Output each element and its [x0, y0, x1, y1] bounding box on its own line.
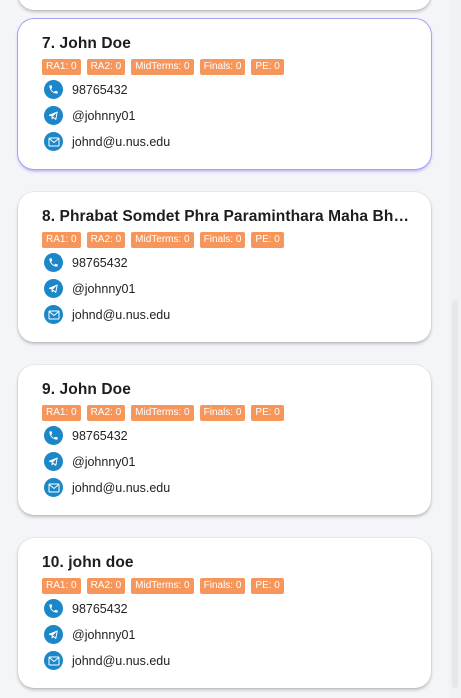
email-address: johnd@u.nus.edu: [72, 134, 171, 149]
grade-tags: RA1: 0 RA2: 0 MidTerms: 0 Finals: 0 PE: …: [42, 232, 284, 248]
grade-tag-finals: Finals: 0: [199, 405, 246, 421]
phone-number: 98765432: [72, 82, 128, 97]
telegram-icon: [44, 625, 63, 644]
email-icon: [44, 651, 63, 670]
person-card-previous[interactable]: [18, 0, 431, 10]
phone-icon: [44, 253, 63, 272]
grade-tags: RA1: 0 RA2: 0 MidTerms: 0 Finals: 0 PE: …: [42, 59, 284, 75]
phone-number: 98765432: [72, 428, 128, 443]
scrollbar[interactable]: [449, 0, 461, 698]
person-card[interactable]: 7. John Doe RA1: 0 RA2: 0 MidTerms: 0 Fi…: [18, 19, 431, 169]
grade-tag-ra1: RA1: 0: [42, 405, 81, 421]
telegram-row: @johnny01: [44, 452, 135, 471]
phone-icon: [44, 80, 63, 99]
grade-tag-ra1: RA1: 0: [42, 578, 81, 594]
grade-tag-pe: PE: 0: [251, 405, 284, 421]
grade-tag-midterms: MidTerms: 0: [131, 232, 194, 248]
person-card[interactable]: 10. john doe RA1: 0 RA2: 0 MidTerms: 0 F…: [18, 538, 431, 688]
scrollbar-thumb[interactable]: [452, 300, 458, 688]
grade-tag-ra1: RA1: 0: [42, 232, 81, 248]
person-name: 10. john doe: [42, 554, 134, 571]
grade-tag-finals: Finals: 0: [199, 59, 246, 75]
telegram-handle: @johnny01: [72, 108, 136, 123]
phone-icon: [44, 599, 63, 618]
grade-tag-pe: PE: 0: [251, 232, 284, 248]
email-icon: [44, 305, 63, 324]
phone-number: 98765432: [72, 601, 128, 616]
grade-tags: RA1: 0 RA2: 0 MidTerms: 0 Finals: 0 PE: …: [42, 405, 284, 421]
email-address: johnd@u.nus.edu: [72, 480, 171, 495]
telegram-row: @johnny01: [44, 625, 135, 644]
grade-tag-ra2: RA2: 0: [86, 578, 126, 594]
grade-tag-finals: Finals: 0: [199, 578, 246, 594]
telegram-row: @johnny01: [44, 106, 135, 125]
grade-tag-ra1: RA1: 0: [42, 59, 81, 75]
person-card[interactable]: 8. Phrabat Somdet Phra Paraminthara Maha…: [18, 192, 431, 342]
grade-tags: RA1: 0 RA2: 0 MidTerms: 0 Finals: 0 PE: …: [42, 578, 284, 594]
phone-number: 98765432: [72, 255, 128, 270]
email-row: johnd@u.nus.edu: [44, 651, 170, 670]
email-row: johnd@u.nus.edu: [44, 478, 170, 497]
grade-tag-finals: Finals: 0: [199, 232, 246, 248]
email-icon: [44, 478, 63, 497]
telegram-row: @johnny01: [44, 279, 135, 298]
telegram-icon: [44, 279, 63, 298]
phone-row: 98765432: [44, 80, 128, 99]
telegram-handle: @johnny01: [72, 454, 136, 469]
telegram-icon: [44, 106, 63, 125]
phone-row: 98765432: [44, 253, 128, 272]
phone-row: 98765432: [44, 426, 128, 445]
email-icon: [44, 132, 63, 151]
person-name: 7. John Doe: [42, 35, 131, 52]
grade-tag-midterms: MidTerms: 0: [131, 405, 194, 421]
grade-tag-midterms: MidTerms: 0: [131, 578, 194, 594]
person-card[interactable]: 9. John Doe RA1: 0 RA2: 0 MidTerms: 0 Fi…: [18, 365, 431, 515]
grade-tag-ra2: RA2: 0: [86, 405, 126, 421]
telegram-handle: @johnny01: [72, 627, 136, 642]
person-name: 9. John Doe: [42, 381, 131, 398]
grade-tag-ra2: RA2: 0: [86, 232, 126, 248]
telegram-icon: [44, 452, 63, 471]
phone-row: 98765432: [44, 599, 128, 618]
email-address: johnd@u.nus.edu: [72, 653, 171, 668]
email-row: johnd@u.nus.edu: [44, 132, 170, 151]
telegram-handle: @johnny01: [72, 281, 136, 296]
phone-icon: [44, 426, 63, 445]
person-name: 8. Phrabat Somdet Phra Paraminthara Maha…: [42, 208, 417, 225]
person-list[interactable]: 7. John Doe RA1: 0 RA2: 0 MidTerms: 0 Fi…: [0, 0, 449, 698]
email-address: johnd@u.nus.edu: [72, 307, 171, 322]
grade-tag-midterms: MidTerms: 0: [131, 59, 194, 75]
email-row: johnd@u.nus.edu: [44, 305, 170, 324]
grade-tag-pe: PE: 0: [251, 59, 284, 75]
grade-tag-ra2: RA2: 0: [86, 59, 126, 75]
grade-tag-pe: PE: 0: [251, 578, 284, 594]
